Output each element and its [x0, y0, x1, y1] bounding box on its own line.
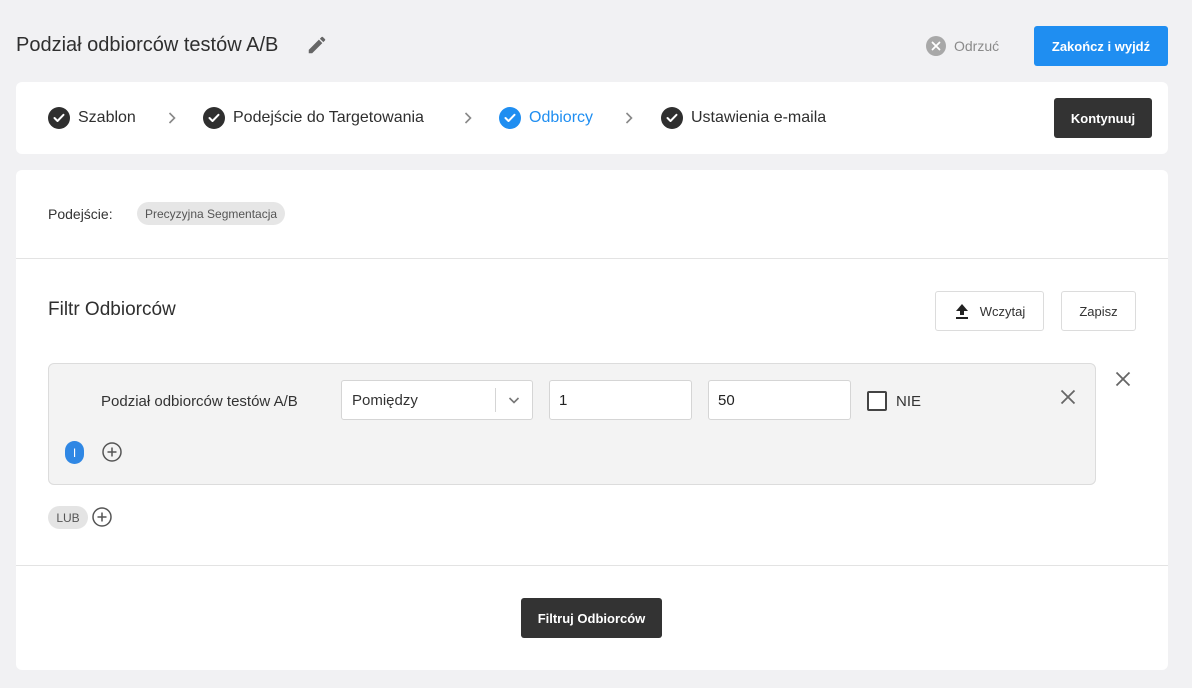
check-circle-icon [48, 107, 70, 129]
operator-value: Pomiędzy [352, 391, 418, 409]
chevron-down-icon [496, 393, 532, 407]
wizard-stepper: Szablon Podejście do Targetowania Odbior… [16, 82, 1168, 154]
check-circle-icon [499, 107, 521, 129]
discard-button[interactable]: Odrzuć [926, 35, 999, 57]
add-circle-icon[interactable] [101, 441, 123, 463]
load-label: Wczytaj [979, 303, 1026, 319]
chevron-right-icon [464, 112, 472, 124]
load-filter-button[interactable]: Wczytaj [935, 291, 1044, 331]
check-circle-icon [203, 107, 225, 129]
or-operator-badge[interactable]: LUB [48, 506, 88, 529]
operator-select[interactable]: Pomiędzy [341, 380, 533, 420]
pencil-icon[interactable] [306, 34, 328, 56]
step-label: Szablon [78, 109, 136, 126]
step-email-settings[interactable]: Ustawienia e-maila [661, 106, 826, 130]
add-circle-icon[interactable] [91, 506, 113, 528]
not-checkbox[interactable] [867, 391, 887, 411]
finish-and-exit-button[interactable]: Zakończ i wyjdź [1034, 26, 1168, 66]
save-filter-button[interactable]: Zapisz [1061, 291, 1136, 331]
check-circle-icon [661, 107, 683, 129]
close-icon[interactable] [1057, 386, 1079, 408]
filter-group: Podział odbiorców testów A/B Pomiędzy NI… [48, 363, 1096, 485]
recipients-panel: Podejście: Precyzyjna Segmentacja Filtr … [16, 170, 1168, 670]
close-circle-icon [926, 36, 946, 56]
divider [16, 565, 1168, 566]
filter-title: Filtr Odbiorców [48, 299, 176, 320]
continue-button[interactable]: Kontynuuj [1054, 98, 1152, 138]
filter-recipients-button[interactable]: Filtruj Odbiorców [521, 598, 662, 638]
step-targeting-approach[interactable]: Podejście do Targetowania [203, 106, 424, 130]
range-from-input[interactable] [549, 380, 692, 420]
approach-badge: Precyzyjna Segmentacja [137, 202, 286, 225]
step-label: Odbiorcy [529, 109, 594, 126]
approach-label: Podejście: [48, 206, 113, 222]
page-title: Podział odbiorców testów A/B [16, 34, 279, 56]
discard-label: Odrzuć [954, 38, 1000, 54]
step-label: Ustawienia e-maila [691, 109, 827, 126]
step-recipients[interactable]: Odbiorcy [499, 106, 593, 130]
close-icon[interactable] [1112, 368, 1134, 390]
step-label: Podejście do Targetowania [233, 109, 424, 126]
chevron-right-icon [625, 112, 633, 124]
range-to-input[interactable] [708, 380, 851, 420]
divider [16, 258, 1168, 259]
and-operator-badge[interactable]: I [65, 441, 84, 464]
condition-field-label: Podział odbiorców testów A/B [101, 393, 298, 410]
step-template[interactable]: Szablon [48, 106, 136, 130]
upload-icon [955, 303, 968, 319]
chevron-right-icon [168, 112, 176, 124]
not-label: NIE [896, 393, 922, 410]
